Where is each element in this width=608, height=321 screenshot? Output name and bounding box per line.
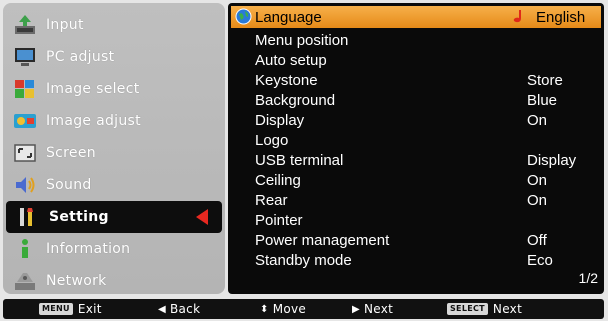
setting-label: Pointer: [255, 211, 303, 229]
setting-label: Menu position: [255, 31, 349, 49]
network-icon: [12, 270, 38, 292]
menu-item-network[interactable]: Network: [3, 265, 225, 297]
right-arrow-icon: ▶: [352, 303, 360, 315]
setting-row-display[interactable]: Display On: [228, 110, 604, 130]
menu-item-label: Information: [46, 241, 131, 257]
setting-value: Blue: [527, 91, 558, 109]
setting-label: Language: [255, 8, 322, 26]
setting-value: On: [527, 191, 548, 209]
hint-select-next: SELECT Next: [447, 299, 522, 319]
sound-icon: [12, 174, 38, 196]
setting-row-keystone[interactable]: Keystone Store: [228, 70, 604, 90]
setting-row-pointer[interactable]: Pointer: [228, 210, 604, 230]
setting-value: On: [527, 171, 548, 189]
setting-label: USB terminal: [255, 151, 344, 169]
setting-label: Standby mode: [255, 251, 352, 269]
menu-item-label: Network: [46, 273, 107, 289]
setting-label: Ceiling: [255, 171, 301, 189]
setting-label: Display: [255, 111, 305, 129]
image-adjust-icon: [12, 110, 38, 132]
setting-label: Auto setup: [255, 51, 327, 69]
setting-label: Rear: [255, 191, 288, 209]
hint-back: ◀ Back: [158, 299, 200, 319]
menu-key-icon: MENU: [39, 303, 73, 315]
select-key-icon: SELECT: [447, 303, 488, 315]
setting-value: Store: [527, 71, 563, 89]
hint-next-label: Next: [364, 302, 394, 316]
menu-item-input[interactable]: Input: [3, 9, 225, 41]
menu-item-sound[interactable]: Sound: [3, 169, 225, 201]
setting-row-standby-mode[interactable]: Standby mode Eco: [228, 250, 604, 270]
hint-exit: MENU Exit: [39, 299, 102, 319]
information-icon: [12, 238, 38, 260]
menu-item-image-adjust[interactable]: Image adjust: [3, 105, 225, 137]
hint-exit-label: Exit: [77, 302, 102, 316]
setting-row-background[interactable]: Background Blue: [228, 90, 604, 110]
menu-item-setting[interactable]: Setting: [6, 201, 222, 233]
menu-item-information[interactable]: Information: [3, 233, 225, 265]
menu-item-label: Image adjust: [46, 113, 141, 129]
main-menu: Input PC adjust Image select Image adjus…: [3, 3, 225, 294]
setting-row-power-management[interactable]: Power management Off: [228, 230, 604, 250]
setting-row-ceiling[interactable]: Ceiling On: [228, 170, 604, 190]
selection-arrow-icon: [196, 209, 208, 225]
setting-icon: [15, 206, 41, 228]
pc-adjust-icon: [12, 46, 38, 68]
up-down-arrow-icon: ⬍: [260, 303, 269, 315]
setting-value: English: [536, 8, 586, 26]
setting-label: Power management: [255, 231, 390, 249]
menu-item-label: Input: [46, 17, 84, 33]
setting-row-rear[interactable]: Rear On: [228, 190, 604, 210]
setting-value: Off: [527, 231, 547, 249]
setting-row-logo[interactable]: Logo: [228, 130, 604, 150]
hint-move: ⬍ Move: [260, 299, 306, 319]
setting-submenu: Language English Menu position Auto setu…: [228, 3, 604, 294]
setting-row-menu-position[interactable]: Menu position: [228, 30, 604, 50]
menu-item-pc-adjust[interactable]: PC adjust: [3, 41, 225, 73]
globe-icon: [235, 8, 252, 25]
screen-icon: [12, 142, 38, 164]
navigation-hint-bar: MENU Exit ◀ Back ⬍ Move ▶ Next SELECT Ne…: [3, 299, 604, 319]
hint-back-label: Back: [170, 302, 201, 316]
menu-item-label: Setting: [49, 209, 109, 225]
menu-item-label: Image select: [46, 81, 140, 97]
hint-next: ▶ Next: [352, 299, 393, 319]
setting-label: Keystone: [255, 71, 318, 89]
setting-label: Background: [255, 91, 336, 109]
input-icon: [12, 14, 38, 36]
setting-label: Logo: [255, 131, 289, 149]
setting-value: Display: [527, 151, 577, 169]
setting-row-auto-setup[interactable]: Auto setup: [228, 50, 604, 70]
setting-value: On: [527, 111, 548, 129]
setting-row-language[interactable]: Language English: [231, 6, 601, 28]
setting-value: Eco: [527, 251, 553, 269]
menu-item-image-select[interactable]: Image select: [3, 73, 225, 105]
language-marker-icon: [512, 9, 526, 25]
hint-select-next-label: Next: [492, 302, 523, 316]
setting-row-usb-terminal[interactable]: USB terminal Display: [228, 150, 604, 170]
left-arrow-icon: ◀: [158, 303, 166, 315]
menu-item-label: Screen: [46, 145, 96, 161]
menu-item-label: PC adjust: [46, 49, 115, 65]
page-indicator: 1/2: [578, 270, 598, 286]
menu-item-screen[interactable]: Screen: [3, 137, 225, 169]
menu-item-label: Sound: [46, 177, 92, 193]
image-select-icon: [12, 78, 38, 100]
hint-move-label: Move: [272, 302, 307, 316]
